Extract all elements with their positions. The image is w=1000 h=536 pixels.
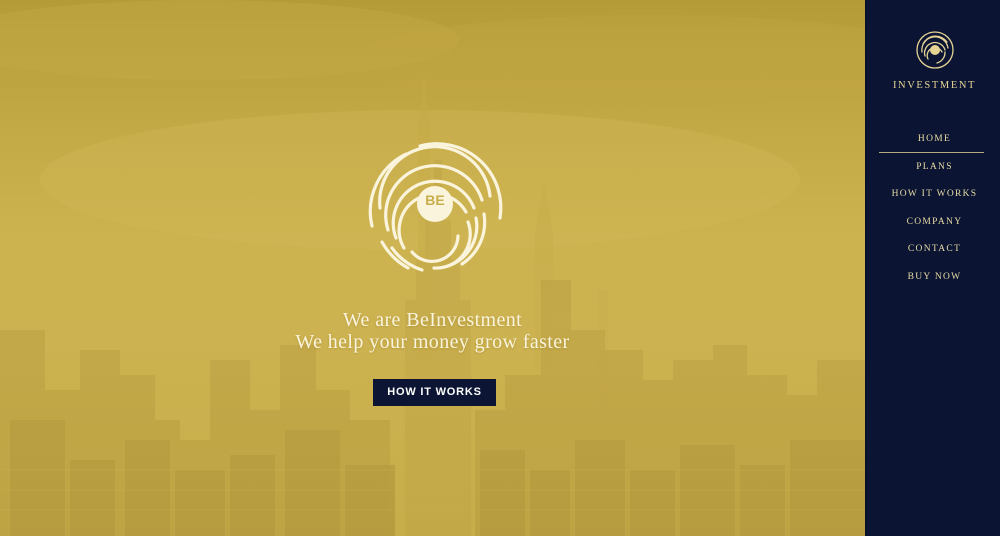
brand[interactable]: INVESTMENT — [867, 30, 1000, 91]
hero-section: BE We are BeInvestment We help your mone… — [0, 0, 865, 536]
nav-item-contact[interactable]: CONTACT — [867, 236, 1000, 264]
brand-name: INVESTMENT — [892, 80, 977, 91]
hero-subheadline: We help your money grow faster — [295, 331, 570, 353]
fingerprint-logo-icon — [915, 31, 954, 69]
logo-initials: BE — [425, 192, 445, 208]
how-it-works-button[interactable]: HOW IT WORKS — [373, 379, 496, 406]
nav-item-company[interactable]: COMPANY — [867, 209, 1000, 237]
nav-item-plans[interactable]: PLANS — [867, 154, 1000, 182]
page: BE We are BeInvestment We help your mone… — [0, 0, 1000, 536]
hero-headline: We are BeInvestment — [342, 309, 523, 331]
main-nav: HOME PLANS HOW IT WORKS COMPANY CONTACT … — [867, 126, 1000, 291]
hero-content: BE We are BeInvestment We help your mone… — [0, 0, 865, 536]
nav-item-how-it-works[interactable]: HOW IT WORKS — [867, 181, 1000, 209]
nav-item-buy-now[interactable]: BUY NOW — [867, 264, 1000, 292]
sidebar-nav: INVESTMENT HOME PLANS HOW IT WORKS COMPA… — [865, 0, 1000, 536]
nav-item-home[interactable]: HOME — [867, 126, 1000, 154]
